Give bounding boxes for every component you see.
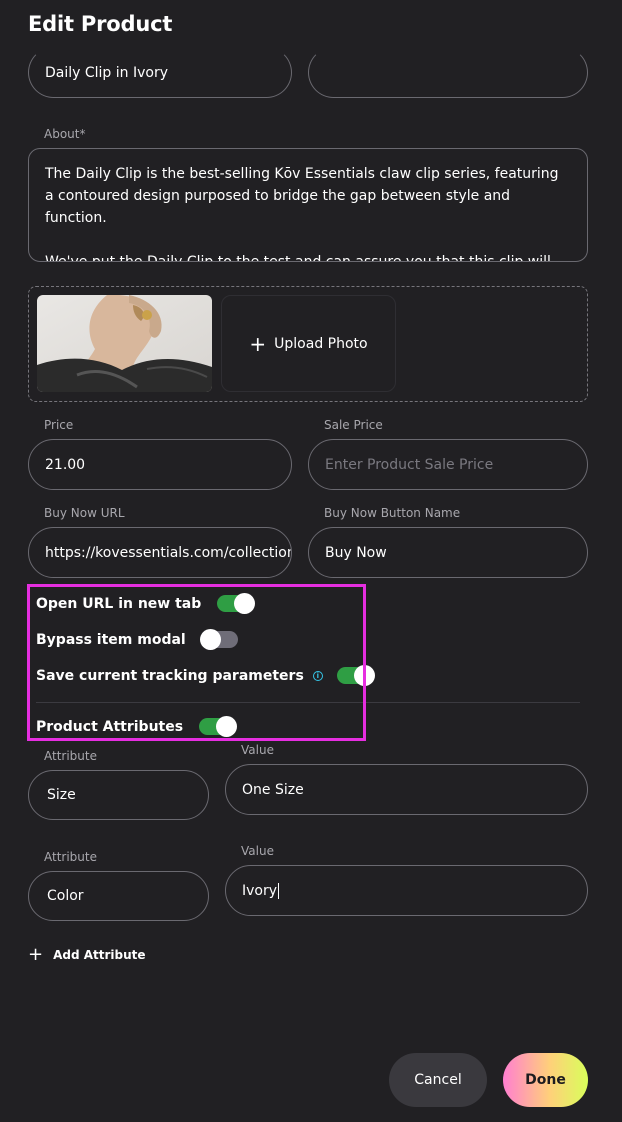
about-label: About*: [44, 127, 86, 141]
product-photo[interactable]: [37, 295, 212, 392]
attribute-value-input[interactable]: One Size: [225, 764, 588, 815]
value-label: Value: [241, 743, 274, 757]
price-label: Price: [44, 418, 74, 432]
price-input[interactable]: 21.00: [28, 439, 292, 490]
add-attribute-label: Add Attribute: [53, 948, 146, 962]
sale-price-label: Sale Price: [324, 418, 383, 432]
attribute-name-input[interactable]: Color: [28, 871, 209, 921]
plus-icon: +: [28, 944, 44, 965]
attribute-value-input[interactable]: Ivory: [225, 865, 588, 916]
buy-now-url-label: Buy Now URL: [44, 506, 125, 520]
upload-photo-label: Upload Photo: [274, 335, 368, 352]
attribute-label: Attribute: [44, 850, 97, 864]
value-label: Value: [241, 844, 274, 858]
highlight-box: [27, 584, 366, 741]
product-name-input[interactable]: Daily Clip in Ivory: [28, 47, 292, 98]
about-paragraph: The Daily Clip is the best-selling Kōv E…: [45, 166, 559, 226]
upload-photo-button[interactable]: + Upload Photo: [221, 295, 396, 392]
plus-icon: +: [249, 331, 267, 356]
text-caret: [278, 882, 280, 899]
buy-now-url-input[interactable]: https://kovessentials.com/collections/: [28, 527, 292, 578]
about-textarea[interactable]: The Daily Clip is the best-selling Kōv E…: [28, 148, 588, 262]
attribute-label: Attribute: [44, 749, 97, 763]
buy-now-button-name-input[interactable]: Buy Now: [308, 527, 588, 578]
attribute-name-input[interactable]: Size: [28, 770, 209, 820]
done-button[interactable]: Done: [503, 1053, 588, 1107]
add-attribute-button[interactable]: + Add Attribute: [28, 946, 146, 964]
page-title: Edit Product: [28, 12, 173, 36]
product-photo-image: [37, 295, 212, 392]
about-paragraph: We've put the Daily Clip to the test and…: [45, 254, 551, 262]
cancel-button[interactable]: Cancel: [389, 1053, 487, 1107]
secondary-input[interactable]: [308, 47, 588, 98]
sale-price-input[interactable]: Enter Product Sale Price: [308, 439, 588, 490]
buy-now-button-name-label: Buy Now Button Name: [324, 506, 461, 520]
